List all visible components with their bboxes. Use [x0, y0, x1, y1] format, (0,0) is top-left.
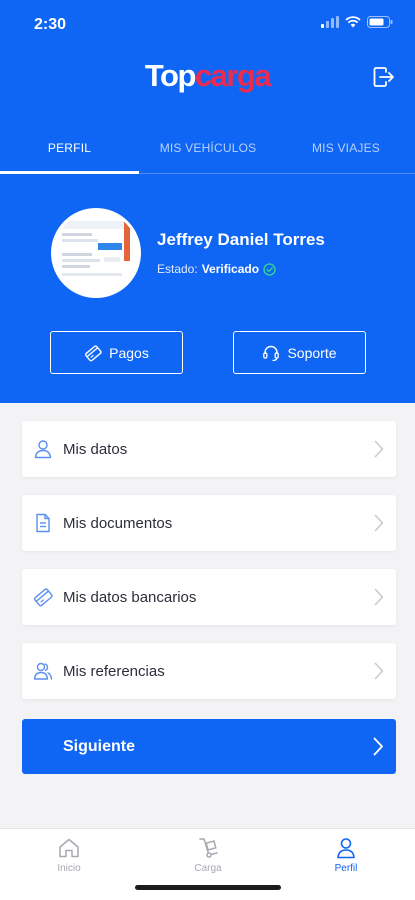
nav-item-inicio[interactable]: Inicio	[0, 837, 138, 874]
battery-icon	[367, 16, 393, 28]
wifi-icon	[345, 16, 361, 28]
menu-label: Mis datos	[63, 440, 128, 458]
avatar-image	[54, 211, 138, 295]
status-icons	[321, 16, 393, 28]
pagos-label: Pagos	[109, 344, 149, 361]
pagos-button[interactable]: Pagos	[50, 331, 183, 374]
cargo-icon	[199, 838, 218, 858]
signal-icon	[321, 16, 339, 28]
soporte-label: Soporte	[287, 344, 337, 361]
home-indicator	[135, 885, 281, 890]
app-logo: Topcarga	[0, 58, 415, 94]
nav-item-perfil[interactable]: Perfil	[277, 837, 415, 874]
menu-item-mis-datos-bancarios[interactable]: Mis datos bancarios	[22, 569, 396, 625]
users-icon	[33, 662, 53, 680]
menu-item-mis-referencias[interactable]: Mis referencias	[22, 643, 396, 699]
siguiente-button[interactable]: Siguiente	[22, 719, 396, 774]
menu-label: Mis datos bancarios	[63, 588, 197, 606]
profile-header: 2:30 Topcarga PERFIL MIS VEHÍCULOS MIS V…	[0, 0, 415, 403]
status-label: Estado:	[157, 262, 198, 276]
soporte-button[interactable]: Soporte	[233, 331, 366, 374]
chevron-right-icon	[374, 440, 384, 458]
status-value: Verificado	[201, 262, 260, 276]
home-icon	[59, 838, 79, 858]
user-icon	[34, 440, 52, 459]
chevron-right-icon	[374, 588, 384, 606]
logo-secondary: carga	[194, 58, 272, 93]
document-icon	[36, 513, 50, 533]
headset-icon	[263, 345, 280, 361]
profile-icon	[337, 838, 355, 859]
logo-primary: Top	[144, 58, 197, 93]
logout-icon[interactable]	[373, 67, 395, 87]
avatar[interactable]	[51, 208, 141, 298]
tab-mis-vehiculos[interactable]: MIS VEHÍCULOS	[139, 122, 277, 174]
nav-label: Perfil	[334, 863, 358, 874]
menu-item-mis-datos[interactable]: Mis datos	[22, 421, 396, 477]
siguiente-label: Siguiente	[63, 737, 136, 755]
tab-perfil[interactable]: PERFIL	[0, 122, 139, 174]
menu-label: Mis referencias	[63, 662, 165, 680]
verification-status: Estado: Verificado	[157, 262, 276, 276]
tab-bar: PERFIL MIS VEHÍCULOS MIS VIAJES	[0, 122, 415, 174]
nav-label: Inicio	[57, 863, 81, 874]
active-tab-indicator	[0, 171, 139, 174]
nav-item-carga[interactable]: Carga	[139, 837, 277, 874]
chevron-right-icon	[373, 737, 383, 756]
nav-label: Carga	[194, 863, 222, 874]
status-time: 2:30	[34, 16, 67, 33]
card-icon	[85, 344, 102, 361]
status-bar: 2:30	[0, 0, 415, 50]
verified-check-icon	[263, 262, 276, 276]
profile-name: Jeffrey Daniel Torres	[157, 230, 325, 249]
card-icon	[33, 588, 53, 607]
menu-label: Mis documentos	[63, 514, 173, 532]
menu-item-mis-documentos[interactable]: Mis documentos	[22, 495, 396, 551]
chevron-right-icon	[374, 662, 384, 680]
chevron-right-icon	[374, 514, 384, 532]
tab-mis-viajes[interactable]: MIS VIAJES	[277, 122, 415, 174]
